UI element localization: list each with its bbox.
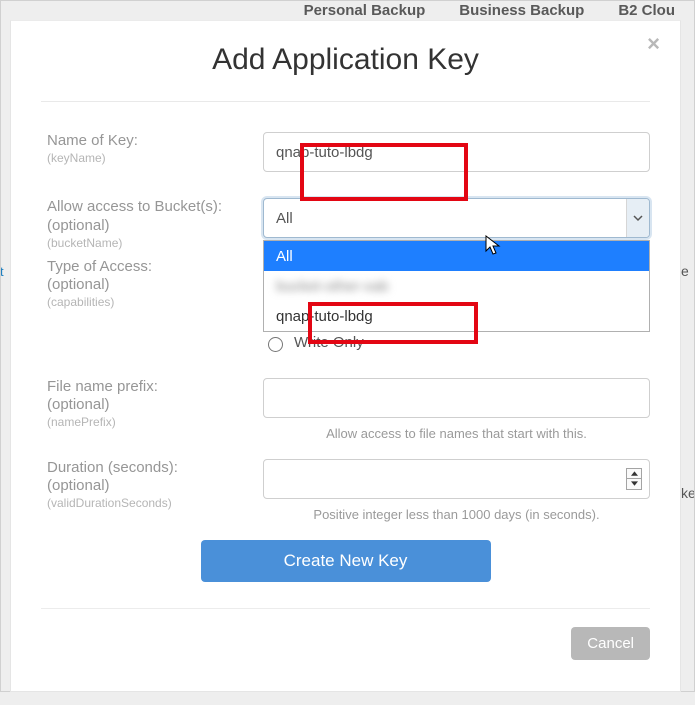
dialog-title: Add Application Key — [41, 43, 650, 77]
prefix-helper: Allow access to file names that start wi… — [263, 426, 650, 441]
sub-access: (optional) — [47, 276, 263, 295]
spinner-up-icon[interactable] — [627, 469, 641, 480]
bucket-select[interactable]: All — [263, 198, 650, 238]
close-icon[interactable]: × — [647, 33, 660, 55]
api-bucket: (bucketName) — [47, 236, 263, 250]
chevron-down-icon[interactable] — [626, 199, 649, 237]
form: Name of Key: (keyName) Allow access to B… — [41, 102, 650, 660]
bucket-option-all[interactable]: All — [264, 241, 649, 271]
duration-input[interactable] — [263, 459, 650, 499]
prefix-input[interactable] — [263, 378, 650, 418]
divider — [41, 608, 650, 609]
sub-prefix: (optional) — [47, 396, 263, 415]
label-prefix: File name prefix: — [47, 378, 263, 397]
create-new-key-button[interactable]: Create New Key — [201, 540, 491, 582]
bucket-option-qnap[interactable]: qnap-tuto-lbdg — [264, 301, 649, 331]
sub-bucket: (optional) — [47, 217, 263, 236]
bucket-dropdown: All bucket-other-xab qnap-tuto-lbdg — [263, 240, 650, 332]
label-access: Type of Access: — [47, 258, 263, 277]
label-bucket: Allow access to Bucket(s): — [47, 198, 263, 217]
api-access: (capabilities) — [47, 295, 263, 309]
spinner-down-icon[interactable] — [627, 479, 641, 489]
add-application-key-dialog: × Add Application Key Name of Key: (keyN… — [10, 20, 681, 692]
key-name-input[interactable] — [263, 132, 650, 172]
api-prefix: (namePrefix) — [47, 415, 263, 429]
api-key-name: (keyName) — [47, 151, 263, 165]
label-duration: Duration (seconds): — [47, 459, 263, 478]
cancel-button[interactable]: Cancel — [571, 627, 650, 660]
duration-helper: Positive integer less than 1000 days (in… — [263, 507, 650, 522]
number-spinner — [626, 468, 642, 490]
sub-duration: (optional) — [47, 477, 263, 496]
api-duration: (validDurationSeconds) — [47, 496, 263, 510]
write-only-label: Write Only — [294, 334, 364, 351]
bucket-option-blurred[interactable]: bucket-other-xab — [264, 271, 649, 301]
bucket-select-value: All — [276, 210, 293, 227]
label-key-name: Name of Key: — [47, 132, 263, 151]
write-only-radio[interactable] — [268, 337, 283, 352]
